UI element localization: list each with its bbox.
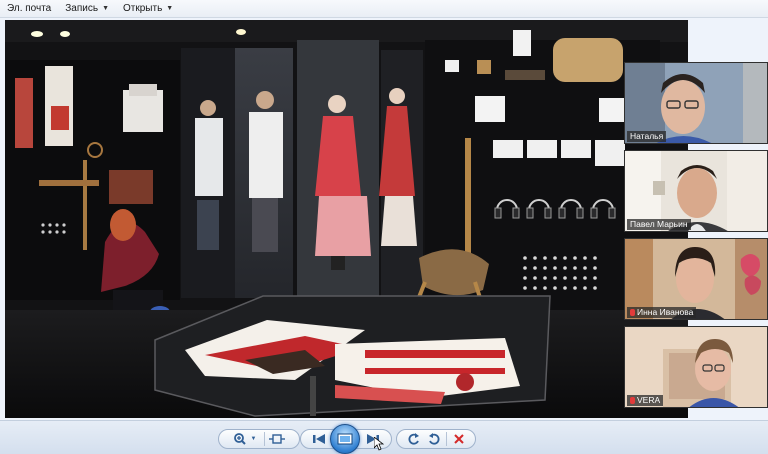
- museum-photo-drawing: [5, 20, 688, 418]
- menu-open[interactable]: Открыть ▼: [116, 0, 180, 18]
- participant-tile[interactable]: Наталья: [624, 62, 768, 144]
- mic-muted-icon: [630, 397, 635, 404]
- slideshow-button[interactable]: [330, 424, 360, 454]
- previous-icon[interactable]: [309, 430, 329, 448]
- toolbar-separator: [264, 432, 266, 446]
- rotate-left-icon[interactable]: [404, 430, 424, 448]
- mouse-cursor-icon: [374, 437, 384, 451]
- participant-tile[interactable]: VERA: [624, 326, 768, 408]
- participant-name: VERA: [627, 395, 664, 406]
- toolbar-right-group: [396, 429, 476, 449]
- participant-tile[interactable]: Павел Марьин: [624, 150, 768, 232]
- actual-size-icon[interactable]: [267, 430, 287, 448]
- chevron-down-icon: ▼: [166, 5, 174, 12]
- viewer-toolbar: ▼: [0, 420, 768, 454]
- image-viewer: Наталья Павел Марьин Инна Иванова VERA: [0, 18, 768, 420]
- participant-name: Наталья: [627, 131, 667, 142]
- participant-name: Инна Иванова: [627, 307, 697, 318]
- chevron-down-icon[interactable]: ▼: [251, 436, 257, 442]
- museum-photo[interactable]: [5, 20, 688, 418]
- participant-tile[interactable]: Инна Иванова: [624, 238, 768, 320]
- mic-muted-icon: [630, 309, 635, 316]
- delete-icon[interactable]: [449, 430, 469, 448]
- rotate-right-icon[interactable]: [424, 430, 444, 448]
- chevron-down-icon: ▼: [102, 5, 109, 12]
- menu-email-label: Эл. почта: [7, 3, 52, 14]
- toolbar-left-group: ▼: [218, 429, 300, 449]
- menu-email[interactable]: Эл. почта: [0, 0, 58, 18]
- participant-name: Павел Марьин: [627, 219, 691, 230]
- slideshow-icon: [337, 433, 353, 445]
- menu-bar: Эл. почта Запись ▼ Открыть ▼: [0, 0, 768, 18]
- participant-tiles: Наталья Павел Марьин Инна Иванова VERA: [624, 62, 768, 411]
- toolbar-separator: [445, 432, 447, 446]
- menu-open-label: Открыть: [123, 3, 163, 14]
- zoom-icon[interactable]: [231, 430, 251, 448]
- menu-record-label: Запись: [65, 3, 99, 14]
- menu-record[interactable]: Запись ▼: [58, 0, 116, 18]
